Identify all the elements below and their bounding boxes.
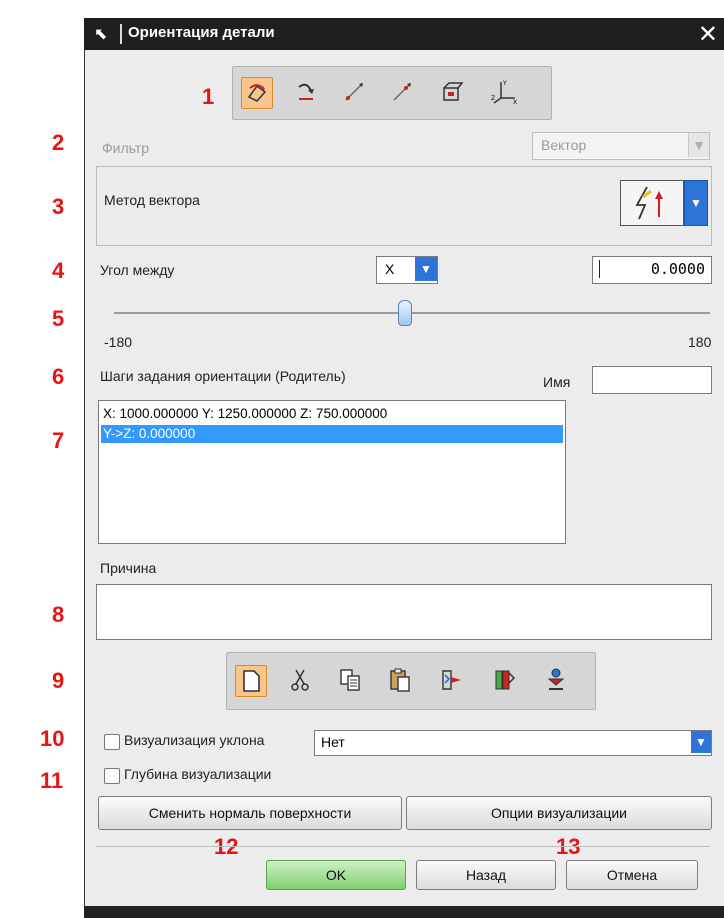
annotation-10: 10 xyxy=(40,726,65,751)
chevron-down-icon: ▼ xyxy=(688,133,709,157)
annotation-4: 4 xyxy=(52,258,65,283)
orientation-toolbar: Y X Z xyxy=(232,66,552,120)
list-item[interactable]: X: 1000.000000 Y: 1250.000000 Z: 750.000… xyxy=(101,405,387,423)
transfer-icon[interactable] xyxy=(437,665,467,695)
filter-select[interactable]: Вектор ▼ xyxy=(532,132,710,160)
face-normal-icon[interactable] xyxy=(437,77,467,107)
vector-method-label: Метод вектора xyxy=(104,192,200,208)
title-bar[interactable]: ⬉ Ориентация детали ✕ xyxy=(84,18,724,50)
csys-icon[interactable]: Y X Z xyxy=(489,77,519,107)
annotation-1: 1 xyxy=(202,84,215,109)
chevron-down-icon: ▼ xyxy=(415,257,437,281)
filter-label: Фильтр xyxy=(102,140,150,156)
point-direction-icon[interactable] xyxy=(387,77,417,107)
annotation-3: 3 xyxy=(52,194,65,219)
svg-text:Y: Y xyxy=(502,80,507,87)
vis-options-button[interactable]: Опции визуализации xyxy=(406,796,712,830)
slider-min-label: -180 xyxy=(104,334,133,350)
steps-list[interactable]: X: 1000.000000 Y: 1250.000000 Z: 750.000… xyxy=(98,400,566,544)
close-icon[interactable]: ✕ xyxy=(698,20,718,49)
name-label: Имя xyxy=(543,374,571,390)
vector-method-button[interactable] xyxy=(620,180,684,226)
title-separator xyxy=(120,24,122,44)
vector-method-dropdown[interactable]: ▼ xyxy=(684,180,708,226)
angle-value: 0.0000 xyxy=(650,260,705,278)
filter-value: Вектор xyxy=(541,137,587,153)
annotation-7: 7 xyxy=(52,428,65,453)
chevron-down-icon: ▼ xyxy=(691,731,711,753)
paste-icon[interactable] xyxy=(385,665,415,695)
angle-slider-thumb[interactable] xyxy=(398,300,412,326)
depth-vis-label: Глубина визуализации xyxy=(124,766,272,782)
cancel-button[interactable]: Отмена xyxy=(566,860,698,890)
angle-label: Угол между xyxy=(100,262,175,278)
reason-input[interactable] xyxy=(96,584,712,640)
axis-value: X xyxy=(385,261,395,277)
dialog-bottom-border xyxy=(84,906,724,918)
vector-lightning-icon xyxy=(635,186,663,220)
draft-vis-select[interactable]: Нет ▼ xyxy=(314,730,712,756)
copy-icon[interactable] xyxy=(335,665,365,695)
edit-toolbar xyxy=(226,652,596,710)
back-button[interactable]: Назад xyxy=(416,860,556,890)
tool-icon: ⬉ xyxy=(94,26,108,43)
cut-icon[interactable] xyxy=(285,665,315,695)
axis-select[interactable]: X ▼ xyxy=(376,256,438,284)
draft-vis-checkbox[interactable] xyxy=(104,734,120,750)
annotation-9: 9 xyxy=(52,668,65,693)
annotation-12: 12 xyxy=(214,834,239,859)
reorder-icon[interactable] xyxy=(489,665,519,695)
divider xyxy=(96,846,710,847)
annotation-13: 13 xyxy=(556,834,581,859)
angle-slider-track[interactable] xyxy=(114,312,710,314)
angle-input[interactable]: 0.0000 xyxy=(592,256,712,284)
ok-button[interactable]: OK xyxy=(266,860,406,890)
steps-label: Шаги задания ориентации (Родитель) xyxy=(100,368,346,384)
annotation-2: 2 xyxy=(52,130,65,155)
annotation-6: 6 xyxy=(52,364,65,389)
new-page-icon[interactable] xyxy=(235,665,267,697)
slider-max-label: 180 xyxy=(688,334,712,350)
annotation-5: 5 xyxy=(52,306,65,331)
depth-vis-checkbox[interactable] xyxy=(104,768,120,784)
reason-label: Причина xyxy=(100,560,157,576)
text-cursor xyxy=(599,260,600,278)
two-points-icon[interactable] xyxy=(339,77,369,107)
window-title: Ориентация детали xyxy=(128,24,275,41)
apply-icon[interactable] xyxy=(541,665,571,695)
chevron-down-icon: ▼ xyxy=(690,196,702,210)
svg-text:X: X xyxy=(513,99,517,106)
svg-text:Z: Z xyxy=(491,95,495,102)
change-normal-button[interactable]: Сменить нормаль поверхности xyxy=(98,796,402,830)
draft-vis-label: Визуализация уклона xyxy=(124,732,265,748)
rotate-dynamic-icon[interactable] xyxy=(241,77,273,109)
name-input[interactable] xyxy=(592,366,712,394)
annotation-11: 11 xyxy=(40,768,64,793)
rotate-vector-icon[interactable] xyxy=(291,77,321,107)
annotation-8: 8 xyxy=(52,602,65,627)
list-item-selected[interactable]: Y->Z: 0.000000 xyxy=(101,425,563,443)
draft-vis-value: Нет xyxy=(321,734,345,750)
